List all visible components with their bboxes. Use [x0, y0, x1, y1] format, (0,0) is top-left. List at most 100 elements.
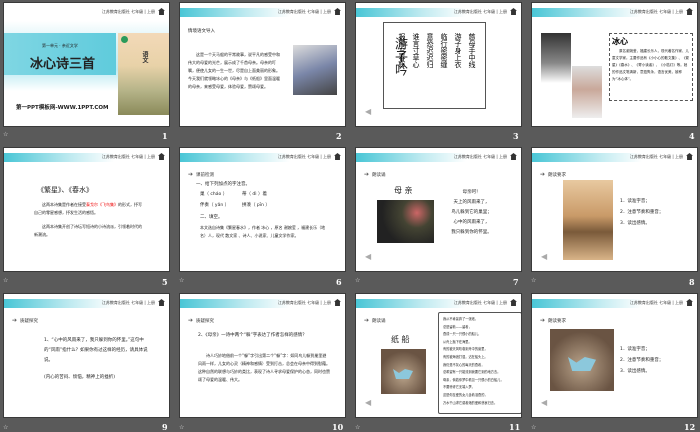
- publisher-logo-icon: [686, 299, 693, 306]
- slide-thumbnail-5[interactable]: 江苏教育出版社 七年级 | 上册 《繁星》、《春水》 这两本诗集是作者在接受泰戈…: [3, 147, 170, 272]
- arrow-icon: ➔: [12, 317, 18, 324]
- pinyin-item: 伴奏（ yǎn ）: [200, 203, 230, 208]
- requirement-item: 2．注意节奏和重音；: [620, 358, 664, 363]
- unit-label: 第一单元 · 亲近文学: [42, 43, 78, 48]
- section-label: ➔ 朗读要求: [540, 171, 567, 178]
- poem-title: 纸 船: [391, 335, 410, 344]
- section-label: ➔ 朗读要求: [540, 317, 567, 324]
- publisher-label: 江苏教育出版社 七年级 | 上册: [629, 300, 683, 305]
- requirement-item: 1．读准字音；: [620, 199, 650, 204]
- beach-mother-child-photo: [563, 180, 613, 260]
- slide-number: 1: [162, 131, 168, 141]
- elder-portrait-photo: [572, 66, 602, 118]
- arrow-icon: ➔: [540, 171, 546, 178]
- publisher-logo-icon: [334, 8, 341, 15]
- requirement-item: 1．读准字音；: [620, 347, 650, 352]
- pinyin-item: 拼凑（ pīn ）: [242, 203, 270, 208]
- publisher-label: 江苏教育出版社 七年级 | 上册: [101, 9, 155, 14]
- transition-icon: ☆: [3, 424, 9, 431]
- author-name: 冰心: [612, 37, 628, 46]
- transition-icon: ☆: [531, 424, 537, 431]
- pinyin-item: 巢（ cháo ）: [200, 192, 228, 197]
- slide-thumbnail-6[interactable]: 江苏教育出版社 七年级 | 上册 ➔ 课前检测 一、给下列加点的字注音。 巢（ c…: [179, 147, 346, 272]
- slide-number: 6: [336, 277, 342, 287]
- slide-thumbnail-8[interactable]: 江苏教育出版社 七年级 | 上册 ➔ 朗读要求 1．读准字音； 2．注意节奏和重音…: [531, 147, 698, 272]
- poem-line: 我从不肯妄弃了一张纸，: [443, 317, 479, 321]
- slide-thumbnail-12[interactable]: 江苏教育出版社 七年级 | 上册 ➔ 朗读要求 1．读准字音； 2．注意节奏和重音…: [531, 293, 698, 418]
- speaker-icon[interactable]: ◀: [365, 252, 371, 261]
- section-label: ➔ 朗读诵: [364, 317, 386, 324]
- slide-number: 7: [513, 277, 519, 287]
- poem-line: 心中的风雨来了，: [453, 220, 490, 225]
- slide-thumbnail-10[interactable]: 江苏教育出版社 七年级 | 上册 ➔ 质疑探究 2、《母亲》一诗中两个“躲”字表达…: [179, 293, 346, 418]
- requirement-item: 2．注意节奏和重音；: [620, 210, 664, 215]
- poem-line: 我只躲到你的怀里。: [451, 230, 492, 235]
- slide-thumbnail-9[interactable]: 江苏教育出版社 七年级 | 上册 ➔ 质疑探究 1、“心中的风雨来了，我只躲到你的…: [3, 293, 170, 418]
- publisher-label: 江苏教育出版社 七年级 | 上册: [453, 300, 507, 305]
- textbook-cover-image: 语文: [118, 33, 169, 115]
- poem-line: 叠成一只一只很小的船儿，: [443, 332, 482, 337]
- poem-column: 报得三春晖: [398, 33, 406, 68]
- calligraphy-frame: 游子吟 慈母手中线 游子身上衣 临行密密缝 意恐迟迟归 谁言寸草心 报得三春晖: [383, 22, 486, 109]
- publisher-label: 江苏教育出版社 七年级 | 上册: [277, 9, 331, 14]
- mother-illustration: [293, 45, 337, 95]
- publisher-label: 江苏教育出版社 七年级 | 上册: [629, 9, 683, 14]
- slide-thumbnail-4[interactable]: 江苏教育出版社 七年级 | 上册 冰心 原名谢婉莹，福建长乐人，现代著名作家、儿…: [531, 2, 698, 127]
- section-label: ➔ 朗读诵: [364, 171, 386, 178]
- poem-title: 母 亲: [394, 186, 413, 195]
- publisher-label: 江苏教育出版社 七年级 | 上册: [101, 300, 155, 305]
- transition-icon: ☆: [3, 131, 9, 138]
- publisher-label: 江苏教育出版社 七年级 | 上册: [277, 300, 331, 305]
- poem-line: 母亲呵！: [462, 190, 481, 195]
- section-label: ➔ 质疑探究: [12, 317, 39, 324]
- fill-answer: 本文选自诗集《繁星春水》，作者 冰心 ，原名 谢婉莹 ，福建长乐（地名）人，现代…: [200, 225, 326, 238]
- speaker-icon[interactable]: ◀: [365, 398, 371, 407]
- arrow-icon: ➔: [364, 171, 370, 178]
- slide-title: 《繁星》、《春水》: [37, 186, 93, 194]
- speaker-icon[interactable]: ◀: [541, 398, 547, 407]
- poem-line: 总希望有一只能流到我要它到的地方去。: [443, 370, 501, 375]
- slide-thumbnail-11[interactable]: 江苏教育出版社 七年级 | 上册 ➔ 朗读诵 纸 船 我从不肯妄弃了一张纸， 总是…: [355, 293, 522, 418]
- slide-number: 2: [336, 131, 342, 141]
- publisher-label: 江苏教育出版社 七年级 | 上册: [277, 154, 331, 159]
- publisher-logo-icon: [686, 153, 693, 160]
- poem-line: 有的被天风吹卷到舟中的窗里，: [443, 347, 488, 352]
- bio-text: 原名谢婉莹，福建长乐人，现代著名作家、儿童文学家。主要作品有《小小心的散文集》、…: [612, 49, 689, 81]
- publisher-label: 江苏教育出版社 七年级 | 上册: [453, 154, 507, 159]
- transition-icon: ☆: [3, 277, 9, 284]
- paper-boat-photo: [550, 329, 614, 391]
- poem-line: 这是你至爱的女儿含着泪叠的，: [443, 392, 488, 397]
- section-label: 情境语文导入: [188, 29, 215, 34]
- slide-thumbnail-7[interactable]: 江苏教育出版社 七年级 | 上册 ➔ 朗读诵 母 亲 母亲呵！ 天上的风雨来了， …: [355, 147, 522, 272]
- question: 一、给下列加点的字注音。: [196, 182, 250, 187]
- publisher-label: 江苏教育出版社 七年级 | 上册: [453, 9, 507, 14]
- slide-thumbnail-2[interactable]: 江苏教育出版社 七年级 | 上册 情境语文导入 这是一个天马般的平常故事，说平凡…: [179, 2, 346, 127]
- slide-number: 8: [689, 277, 695, 287]
- section-label: ➔ 质疑探究: [188, 317, 215, 324]
- paragraph: 这两本诗集是作者在接受泰戈尔《飞鸟集》的形式，抒写自己的零星感想，抒发生活的感悟…: [34, 202, 142, 215]
- requirement-item: 3．读出感情。: [620, 221, 650, 226]
- poem-column: 意恐迟迟归: [426, 33, 434, 68]
- poem-line: 天上的风雨来了，: [453, 200, 490, 205]
- speaker-icon[interactable]: ◀: [365, 107, 371, 116]
- arrow-icon: ➔: [188, 317, 194, 324]
- mother-child-photo: [377, 200, 434, 243]
- transition-icon: ☆: [179, 424, 185, 431]
- speaker-icon[interactable]: ◀: [541, 252, 547, 261]
- requirement-item: 3．读出感情。: [620, 369, 650, 374]
- answer: (内心的苦闷、烦恼，精神上的挫折): [44, 375, 116, 380]
- transition-icon: ☆: [355, 277, 361, 284]
- publisher-logo-icon: [158, 8, 165, 15]
- pinyin-item: 蒂（ dì ）着: [242, 192, 267, 197]
- question: 二、填空。: [200, 215, 223, 220]
- paragraph: 这两本诗集开创了诗坛写短诗的小诗流派，引领着时代的新潮流。: [34, 224, 142, 237]
- poem-box: 我从不肯妄弃了一张纸， 总是留着——留着， 叠成一只一只很小的船儿， 从舟上抛下…: [438, 312, 521, 414]
- slide-number: 3: [513, 131, 519, 141]
- slide-thumbnail-3[interactable]: 江苏教育出版社 七年级 | 上册 游子吟 慈母手中线 游子身上衣 临行密密缝 意…: [355, 2, 522, 127]
- publisher-label: 江苏教育出版社 七年级 | 上册: [629, 154, 683, 159]
- site-label: 第一PPT模板网-WWW.1PPT.COM: [16, 105, 109, 111]
- slide-thumbnail-1[interactable]: 江苏教育出版社 七年级 | 上册 第一单元 · 亲近文学 冰心诗三首 第一PPT…: [3, 2, 170, 127]
- slide-body: 这是一个天马般的平常故事，说平凡的感受中和伟大的母爱的光芒，展示成了千首母亲。母…: [188, 52, 280, 89]
- slide-title: 冰心诗三首: [30, 57, 96, 72]
- publisher-logo-icon: [510, 299, 517, 306]
